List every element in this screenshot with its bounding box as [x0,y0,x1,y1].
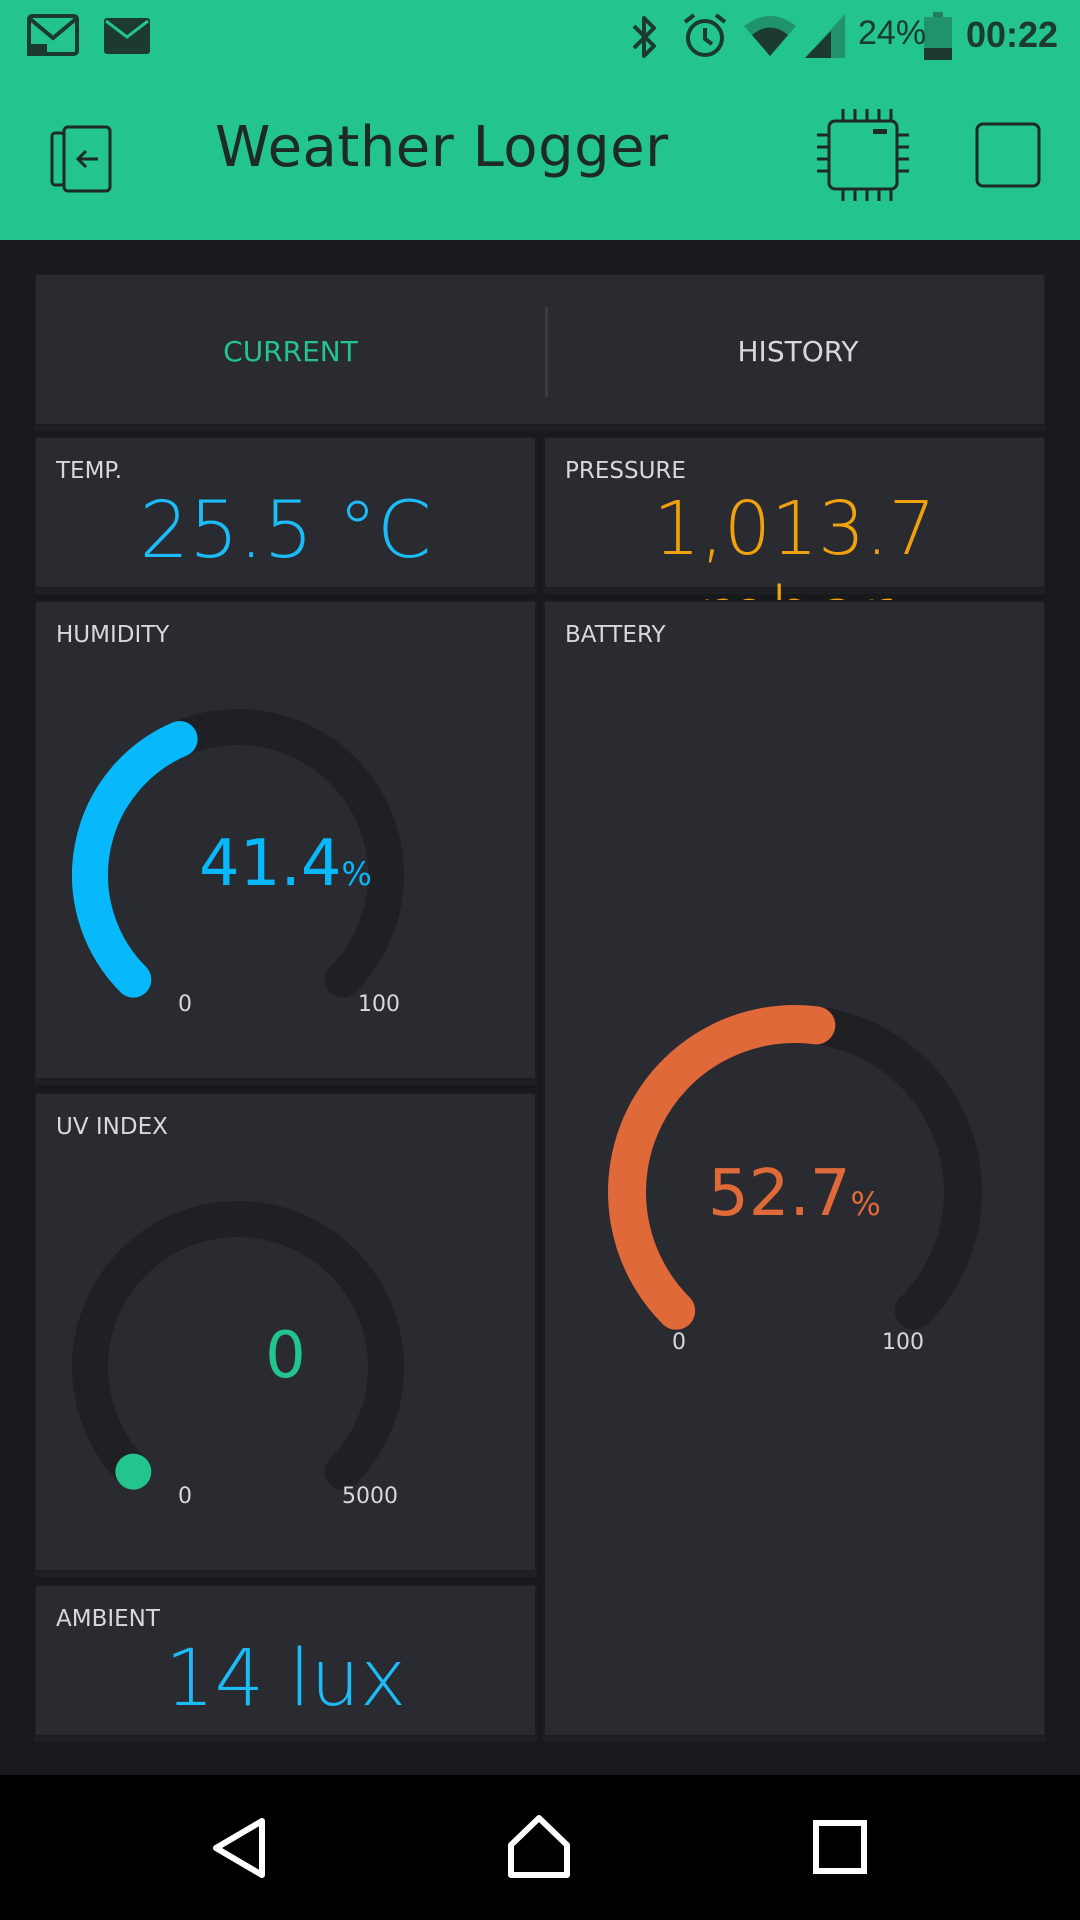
battery-min: 0 [672,1330,686,1355]
temp-value: 25.5 °C [139,486,432,576]
uv-widget[interactable]: UV INDEX 0 0 5000 [34,1092,537,1572]
uv-value: 0 [36,1319,535,1393]
battery-max: 100 [882,1330,924,1355]
temp-label: TEMP. [56,458,123,484]
battery-number: 52.7 [708,1157,851,1231]
clock: 00:22 [966,14,1059,55]
alarm-icon [683,13,727,57]
battery-percent: 24% [858,14,927,52]
app-title: Weather Logger [215,115,669,180]
tab-history[interactable]: HISTORY [548,335,1048,368]
ambient-value: 14 lux [164,1634,407,1724]
wifi-icon [744,16,796,56]
device-chip-icon[interactable] [815,107,911,203]
humidity-number: 41.4 [199,827,342,901]
status-bar: 24% 00:22 [0,0,1080,75]
battery-label: BATTERY [565,622,666,648]
email-icon [104,18,150,54]
bluetooth-icon [632,16,656,58]
tab-current[interactable]: CURRENT [36,335,545,368]
battery-widget[interactable]: BATTERY 52.7% 0 100 [543,600,1046,1737]
pressure-label: PRESSURE [565,458,686,484]
uv-gauge-fill [115,1453,152,1490]
stop-icon[interactable] [975,122,1041,188]
uv-max: 5000 [342,1484,398,1509]
humidity-min: 0 [178,992,192,1017]
uv-min: 0 [178,1484,192,1509]
app-bar: Weather Logger [0,75,1080,240]
humidity-unit: % [341,855,372,893]
gmail-icon [27,14,79,56]
humidity-widget[interactable]: HUMIDITY 41.4% 0 100 [34,600,537,1080]
pressure-widget[interactable]: PRESSURE 1,013.7 mbar [543,436,1046,658]
exit-icon[interactable] [48,123,120,195]
battery-unit: % [850,1185,881,1223]
humidity-value: 41.4% [36,827,535,901]
dashboard: CURRENT HISTORY TEMP. 25.5 °C PRESSURE 1… [0,240,1080,1775]
battery-value: 52.7% [545,1157,1044,1231]
ambient-widget[interactable]: AMBIENT 14 lux [34,1584,537,1737]
home-icon[interactable] [506,1813,572,1879]
tabs-panel: CURRENT HISTORY [34,273,1046,426]
signal-icon [805,14,845,58]
battery-icon [924,12,952,60]
back-icon[interactable] [210,1817,270,1879]
navigation-bar [0,1775,1080,1920]
recents-icon[interactable] [812,1819,868,1875]
ambient-label: AMBIENT [56,1606,160,1632]
temp-widget[interactable]: TEMP. 25.5 °C [34,436,537,589]
uv-number: 0 [265,1319,306,1393]
humidity-max: 100 [358,992,400,1017]
